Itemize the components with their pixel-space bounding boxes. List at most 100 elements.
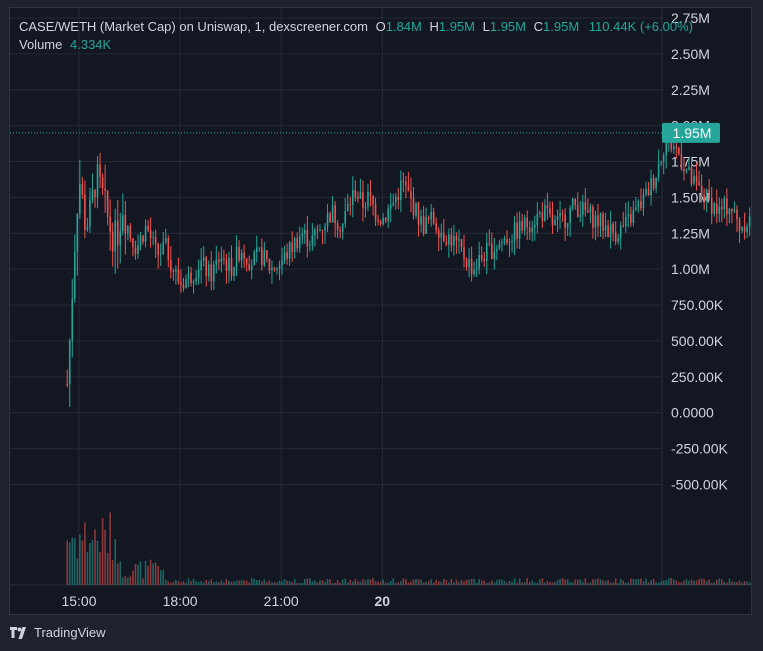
- x-tick-label: 20: [375, 593, 391, 609]
- volume-bar: [281, 581, 283, 585]
- candle-body: [94, 190, 96, 198]
- candle-body: [187, 272, 190, 280]
- candle-body: [291, 242, 293, 253]
- candle-body: [288, 242, 291, 259]
- candle-body: [650, 178, 652, 196]
- volume-bar: [164, 579, 167, 585]
- volume-bar: [612, 582, 614, 585]
- volume-bar: [518, 578, 521, 585]
- candle-body: [410, 191, 412, 199]
- candle-body: [326, 213, 329, 227]
- volume-bar: [667, 578, 670, 585]
- volume-bar: [336, 579, 339, 585]
- volume-bar: [503, 581, 506, 585]
- volume-bar: [86, 551, 89, 585]
- volume-bar: [675, 580, 678, 585]
- candle-body: [455, 236, 458, 241]
- candle-body: [695, 176, 698, 182]
- candle-body: [76, 214, 79, 252]
- volume-bar: [344, 578, 347, 585]
- volume-bar: [255, 580, 258, 585]
- candle-body: [485, 243, 488, 262]
- tradingview-logo-icon: [10, 626, 26, 639]
- volume-bar: [584, 578, 587, 585]
- chart-frame[interactable]: 2.75M2.50M2.25M2.00M1.75M1.50M1.25M1.00M…: [9, 7, 752, 615]
- volume-bar: [445, 580, 448, 585]
- legend-change-value: 110.44K (+6.00%): [588, 19, 693, 34]
- legend-close-value: 1.95M: [543, 19, 580, 34]
- candle-body: [523, 217, 526, 231]
- volume-bar: [564, 579, 566, 585]
- volume-bar: [248, 582, 250, 585]
- y-tick-label: 750.00K: [671, 297, 724, 313]
- candle-body: [516, 222, 518, 239]
- volume-bar: [435, 580, 438, 585]
- candle-body: [533, 224, 536, 228]
- volume-bar: [187, 578, 190, 585]
- candle-body: [139, 235, 142, 246]
- price-chart[interactable]: 2.75M2.50M2.25M2.00M1.75M1.50M1.25M1.00M…: [10, 8, 751, 614]
- candle-body: [609, 223, 612, 238]
- candle-body: [528, 227, 531, 233]
- volume-bar: [149, 559, 152, 585]
- candle-body: [344, 211, 347, 224]
- candle-body: [569, 207, 571, 223]
- volume-bar: [748, 582, 751, 585]
- volume-bar: [293, 579, 296, 585]
- candle-body: [81, 184, 84, 195]
- volume-bar: [91, 540, 94, 585]
- volume-bar: [506, 582, 508, 585]
- volume-bar: [175, 580, 177, 585]
- candle-body: [255, 247, 258, 252]
- candle-body: [394, 196, 397, 203]
- candle-body: [205, 257, 208, 277]
- volume-bar: [465, 579, 468, 585]
- candle-body: [127, 226, 129, 234]
- volume-bar: [372, 578, 374, 585]
- y-tick-label: 2.25M: [671, 82, 710, 98]
- volume-bar: [180, 582, 182, 585]
- candle-body: [96, 164, 99, 198]
- candle-body: [170, 259, 172, 271]
- volume-bar: [728, 578, 731, 585]
- candle-body: [652, 178, 655, 189]
- candle-body: [283, 252, 286, 261]
- candle-body: [268, 258, 271, 271]
- candle-body: [723, 198, 726, 210]
- volume-bar: [157, 565, 159, 585]
- candle-body: [341, 223, 344, 232]
- candle-body: [336, 223, 339, 230]
- x-tick-label: 21:00: [264, 593, 299, 609]
- candle-body: [721, 206, 723, 210]
- volume-bar: [630, 578, 632, 585]
- candle-body: [498, 243, 501, 250]
- candle-body: [635, 207, 637, 210]
- candle-body: [309, 244, 311, 247]
- candle-body: [599, 213, 602, 227]
- candle-body: [101, 176, 104, 189]
- candle-body: [733, 209, 736, 212]
- legend-open-label: O: [375, 19, 386, 34]
- volume-bar: [627, 582, 630, 585]
- volume-bar: [718, 578, 721, 585]
- volume-bar: [301, 582, 304, 585]
- candle-body: [354, 190, 357, 197]
- candle-body: [400, 180, 402, 200]
- candle-body: [352, 190, 354, 205]
- candle-body: [134, 247, 137, 254]
- candle-body: [104, 188, 106, 191]
- candle-body: [84, 194, 86, 230]
- candle-body: [197, 269, 200, 278]
- volume-bar: [607, 580, 609, 585]
- candle-body: [624, 216, 627, 227]
- volume-bar: [94, 529, 96, 585]
- candle-body: [422, 216, 425, 234]
- candle-body: [660, 162, 662, 164]
- candle-body: [278, 265, 281, 269]
- volume-bar: [379, 581, 382, 585]
- candle-body: [705, 189, 708, 201]
- volume-bar: [218, 582, 220, 585]
- footer-branding[interactable]: TradingView: [10, 625, 106, 640]
- volume-bar: [303, 579, 306, 585]
- legend-low-label: L: [482, 19, 490, 34]
